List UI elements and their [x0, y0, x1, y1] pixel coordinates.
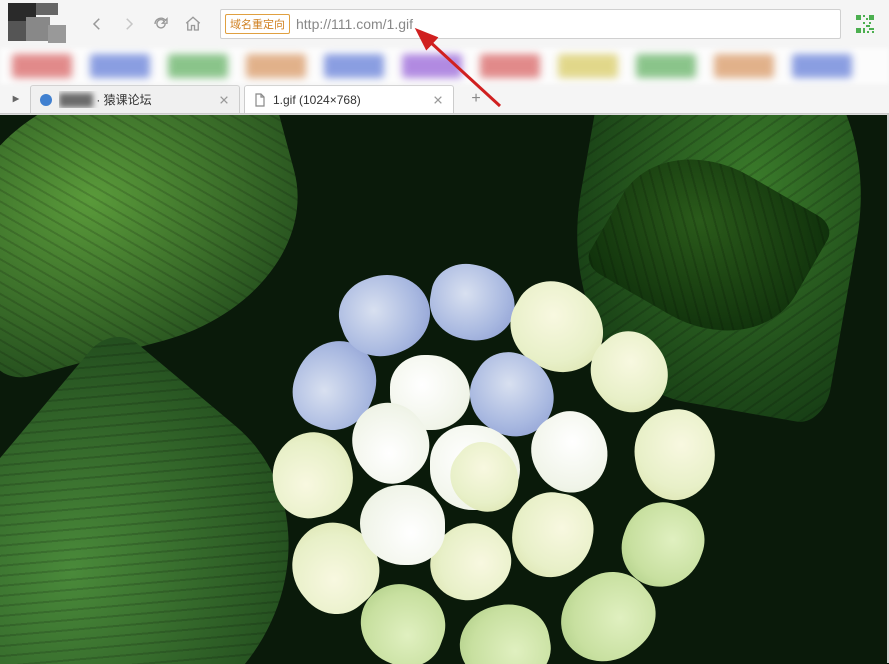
tab-bar: ████ · 猿课论坛 1.gif (1024×768) + — [0, 84, 889, 114]
tab-close-button[interactable] — [431, 93, 445, 107]
tab-2-active[interactable]: 1.gif (1024×768) — [244, 85, 454, 113]
back-button[interactable] — [84, 11, 110, 37]
refresh-button[interactable] — [148, 11, 174, 37]
chevron-right-icon — [120, 15, 138, 33]
chevron-left-icon — [88, 15, 106, 33]
close-icon — [433, 95, 443, 105]
favicon-icon — [39, 93, 53, 107]
tab-title: ████ · 猿课论坛 — [59, 91, 211, 108]
file-icon — [253, 93, 267, 107]
refresh-icon — [152, 15, 170, 33]
browser-chrome: 域名重定向 http://111.com/1.gif ████ · 猿课论坛 — [0, 0, 889, 115]
qr-code-icon[interactable] — [855, 14, 875, 34]
address-bar[interactable]: 域名重定向 http://111.com/1.gif — [220, 9, 841, 39]
browser-logo — [8, 3, 68, 45]
tab-title: 1.gif (1024×768) — [273, 93, 425, 107]
new-tab-button[interactable]: + — [462, 85, 490, 113]
tab-close-button[interactable] — [217, 93, 231, 107]
home-icon — [184, 15, 202, 33]
navigation-toolbar: 域名重定向 http://111.com/1.gif — [0, 0, 889, 48]
close-icon — [219, 95, 229, 105]
bookmarks-bar — [0, 48, 889, 84]
home-button[interactable] — [180, 11, 206, 37]
page-content-image — [0, 115, 889, 664]
tab-list-button[interactable] — [6, 85, 26, 113]
redirect-badge: 域名重定向 — [225, 14, 290, 34]
forward-button[interactable] — [116, 11, 142, 37]
url-text: http://111.com/1.gif — [296, 16, 836, 32]
tab-1[interactable]: ████ · 猿课论坛 — [30, 85, 240, 113]
play-icon — [11, 94, 21, 104]
